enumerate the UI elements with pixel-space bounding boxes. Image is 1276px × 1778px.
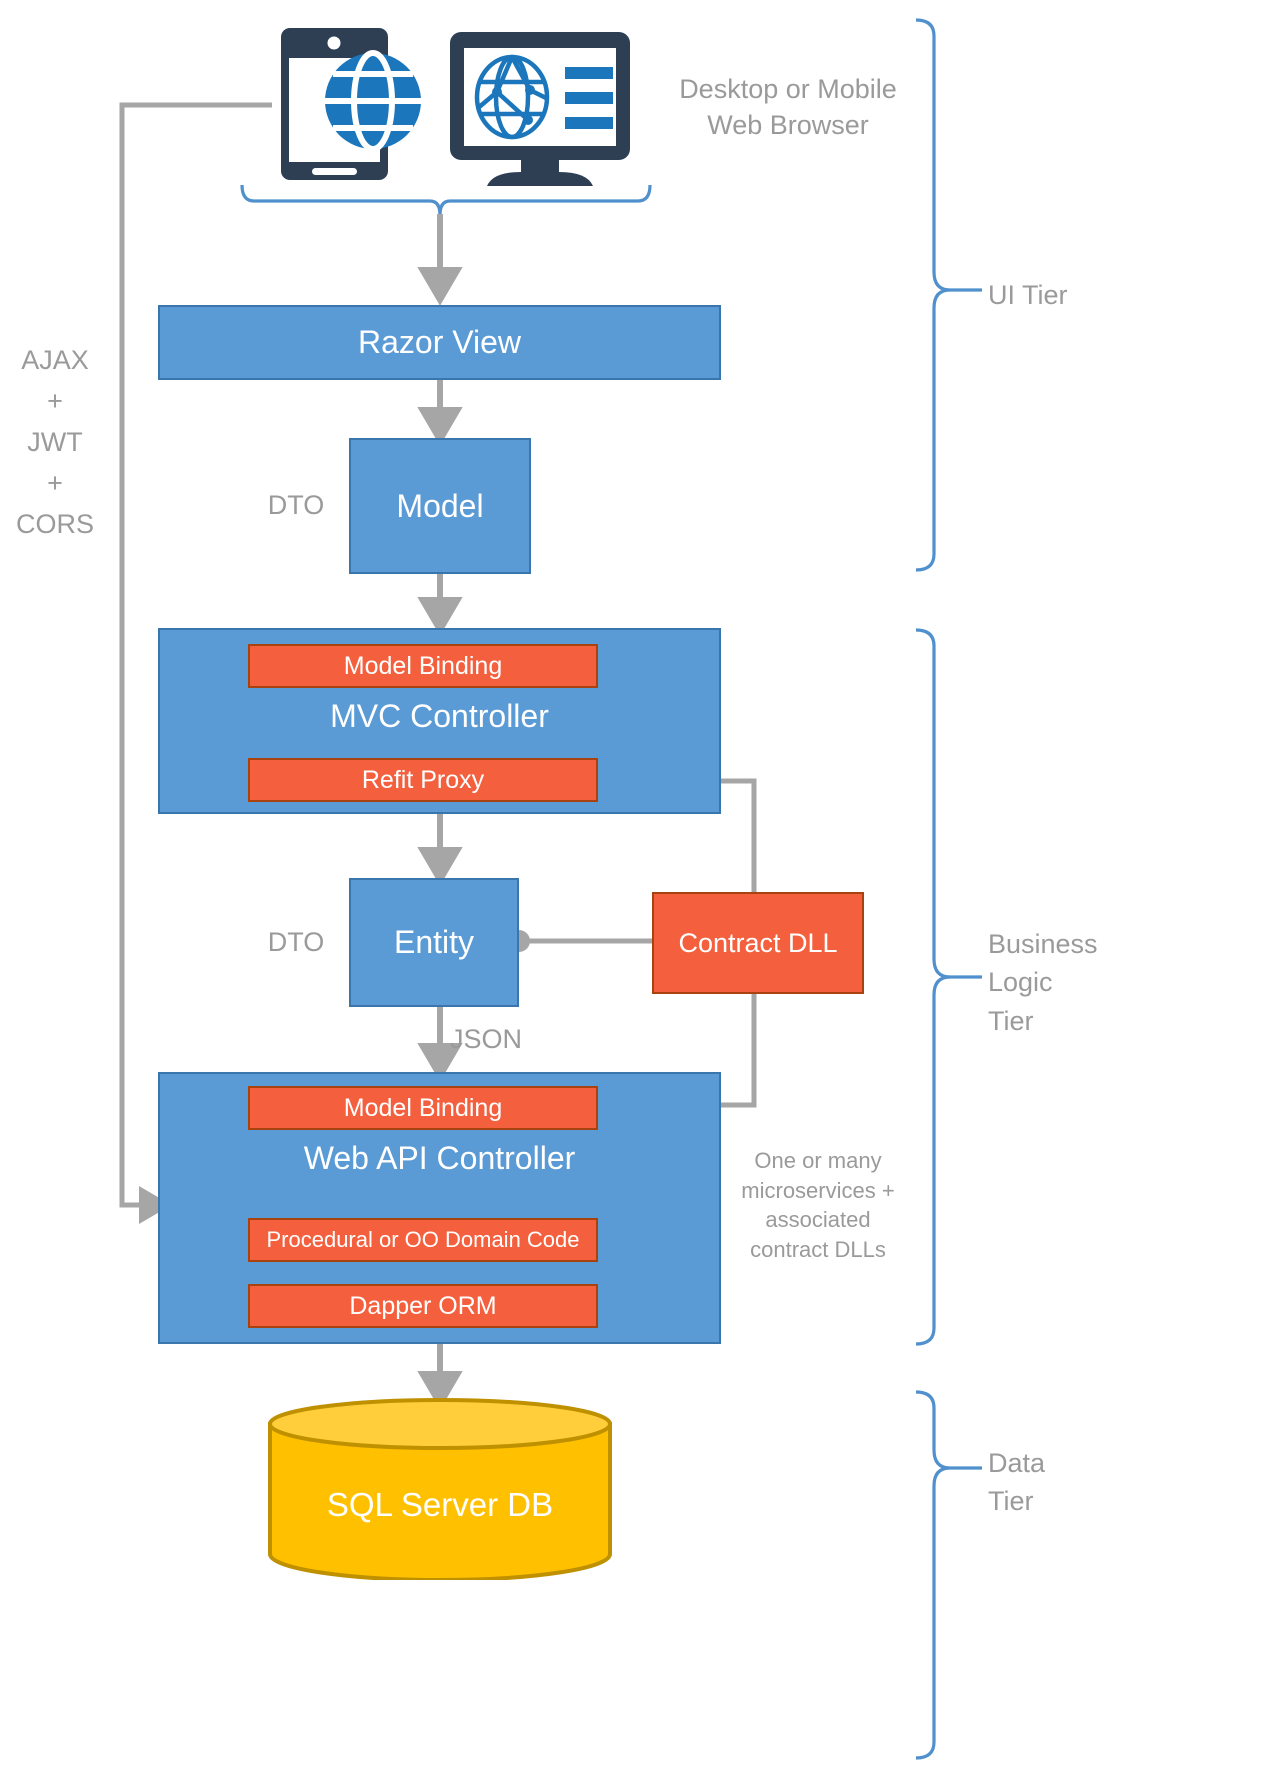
node-mvc-controller[interactable]: Model Binding MVC Controller Refit Proxy (158, 628, 721, 814)
node-contract-dll[interactable]: Contract DLL (652, 892, 864, 994)
ajax-note-line-2: JWT (27, 427, 83, 458)
ajax-note-line-0: AJAX (21, 345, 89, 375)
microservices-note-line-1: microservices + (741, 1177, 895, 1203)
node-refit-proxy[interactable]: Refit Proxy (248, 758, 598, 802)
node-database-label: SQL Server DB (326, 1486, 554, 1523)
desktop-monitor-globe-icon (450, 32, 630, 186)
node-model[interactable]: Model (349, 438, 531, 574)
node-entity-label: Entity (393, 924, 475, 960)
microservices-note-line-0: One or many (754, 1148, 882, 1173)
node-mvc-model-binding[interactable]: Model Binding (248, 644, 598, 688)
client-caption-line1: Desktop or Mobile (679, 74, 897, 104)
mobile-phone-globe-icon (281, 28, 421, 180)
tier-label-ui: UI Tier (988, 280, 1068, 310)
node-domain-code[interactable]: Procedural or OO Domain Code (248, 1218, 598, 1262)
node-entity[interactable]: Entity (349, 878, 519, 1007)
client-brace (240, 184, 652, 216)
microservices-note-line-3: contract DLLs (750, 1237, 886, 1263)
microservices-note-line-2: associated (765, 1207, 871, 1233)
node-web-api-controller[interactable]: Model Binding Web API Controller Procedu… (158, 1072, 721, 1344)
ajax-note-line-3: + (47, 468, 63, 499)
ajax-note-line-4: CORS (15, 509, 94, 540)
bracket-business-logic-tier (915, 628, 951, 1346)
edge-label-dto-upper: DTO (267, 490, 325, 520)
bracket-data-tier (915, 1390, 951, 1760)
tier-label-data: Data Tier (988, 1448, 1046, 1517)
tier-label-business-logic: Business Logic Tier (988, 929, 1098, 1036)
node-razor-view[interactable]: Razor View (158, 305, 721, 380)
client-caption-line2: Web Browser (707, 109, 869, 140)
node-database[interactable]: SQL Server DB (266, 1398, 614, 1582)
edge-label-dto-lower: DTO (267, 927, 325, 957)
architecture-diagram: Desktop or Mobile Web Browser AJAX + JWT… (0, 0, 1276, 1778)
edge-label-json: JSON (450, 1024, 523, 1054)
node-mvc-controller-label: MVC Controller (330, 698, 549, 734)
node-api-model-binding[interactable]: Model Binding (248, 1086, 598, 1130)
ajax-note-line-1: + (47, 386, 63, 417)
microservices-note: One or many microservices + associated c… (728, 1146, 908, 1265)
node-contract-dll-label: Contract DLL (678, 927, 838, 958)
node-dapper-orm[interactable]: Dapper ORM (248, 1284, 598, 1328)
node-model-label: Model (396, 487, 484, 524)
node-razor-view-label: Razor View (357, 324, 522, 360)
client-caption: Desktop or Mobile Web Browser (638, 72, 938, 143)
ajax-jwt-cors-note: AJAX + JWT + CORS (0, 340, 110, 545)
node-web-api-controller-label: Web API Controller (303, 1140, 576, 1176)
